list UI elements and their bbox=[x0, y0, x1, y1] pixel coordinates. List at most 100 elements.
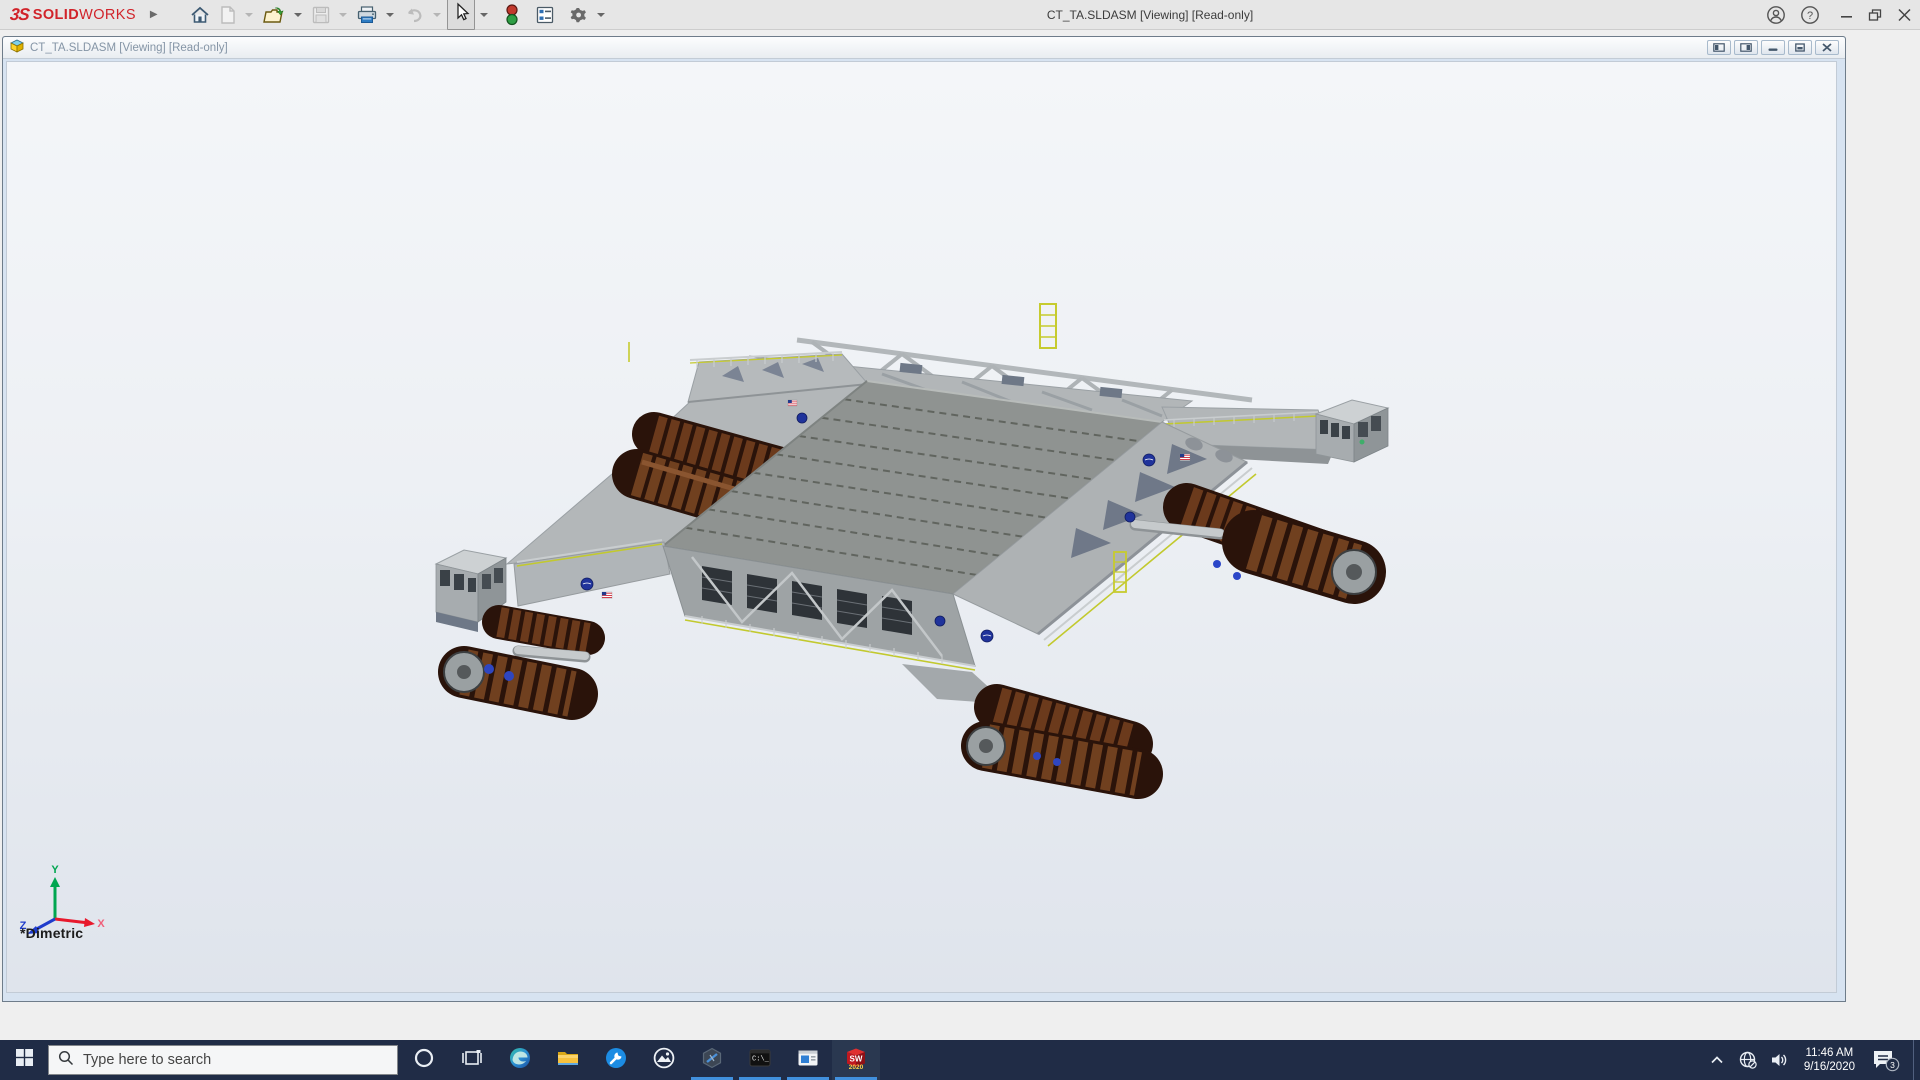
command-prompt-icon: C:\_ bbox=[748, 1046, 772, 1075]
select-dropdown[interactable] bbox=[479, 12, 488, 17]
graphics-viewport[interactable]: Y X Z *Dimetric bbox=[6, 61, 1837, 993]
print-button[interactable] bbox=[353, 3, 381, 27]
options-gear-icon bbox=[569, 5, 589, 25]
undo-button[interactable] bbox=[400, 3, 428, 27]
print-icon bbox=[356, 5, 378, 25]
account-icon[interactable] bbox=[1766, 5, 1786, 25]
svg-text:SW: SW bbox=[850, 1054, 863, 1063]
taskbar-app-task-view[interactable] bbox=[448, 1040, 496, 1080]
open-folder-icon bbox=[262, 5, 286, 25]
wrench-circle-icon bbox=[604, 1046, 628, 1075]
select-cursor-icon bbox=[452, 2, 470, 27]
right-track-unit bbox=[1129, 483, 1386, 604]
open-button[interactable] bbox=[259, 3, 289, 27]
taskbar-app-photos[interactable] bbox=[640, 1040, 688, 1080]
search-icon bbox=[58, 1050, 74, 1071]
new-document-dropdown[interactable] bbox=[244, 12, 253, 17]
document-titlebar[interactable]: CT_TA.SLDASM [Viewing] [Read-only] bbox=[3, 37, 1845, 59]
dassault-mark: 3S bbox=[9, 4, 30, 24]
edge-icon bbox=[508, 1046, 532, 1075]
brand-solid: SOLID bbox=[32, 6, 80, 23]
doc-pane-left-button[interactable] bbox=[1707, 40, 1731, 55]
doc-restore-button[interactable] bbox=[1788, 40, 1812, 55]
task-view-icon bbox=[461, 1047, 483, 1074]
svg-text:2020: 2020 bbox=[849, 1064, 864, 1071]
close-button[interactable] bbox=[1897, 8, 1912, 22]
show-desktop-button[interactable] bbox=[1913, 1040, 1918, 1080]
stoplight-button[interactable] bbox=[502, 2, 522, 28]
crawler-transporter-model bbox=[434, 303, 1390, 799]
help-icon[interactable]: ? bbox=[1800, 5, 1820, 25]
document-window-buttons bbox=[1707, 40, 1839, 55]
undo-dropdown[interactable] bbox=[432, 12, 441, 17]
taskbar-app-remote-window[interactable] bbox=[784, 1040, 832, 1080]
right-operator-cab bbox=[1314, 399, 1390, 463]
display-settings-button[interactable] bbox=[532, 3, 558, 27]
restore-button[interactable] bbox=[1868, 8, 1883, 22]
solidworks-logo: 3S SOLIDWORKS ▶ bbox=[9, 4, 158, 25]
document-frame: Y X Z *Dimetric bbox=[3, 59, 1845, 1001]
system-tray: 11:46 AM 9/16/2020 3 bbox=[1705, 1040, 1920, 1080]
print-dropdown[interactable] bbox=[385, 12, 394, 17]
volume-icon[interactable] bbox=[1767, 1050, 1791, 1070]
app-titlebar: 3S SOLIDWORKS ▶ CT_TA.SLDASM [Viewing] [… bbox=[0, 0, 1920, 30]
desktop: 3S SOLIDWORKS ▶ CT_TA.SLDASM [Viewing] [… bbox=[0, 0, 1920, 1080]
us-flag-decal-right bbox=[1179, 453, 1191, 461]
window-title: CT_TA.SLDASM [Viewing] [Read-only] bbox=[1046, 8, 1254, 22]
us-flag-decal bbox=[601, 591, 613, 599]
stoplight-icon bbox=[505, 3, 519, 26]
tray-chevron-up-icon[interactable] bbox=[1705, 1055, 1729, 1065]
titlebar-right-controls: ? bbox=[1766, 0, 1912, 30]
orientation-triad: Y X Z bbox=[20, 864, 105, 934]
clock-date: 9/16/2020 bbox=[1803, 1061, 1855, 1073]
taskbar-search-box[interactable] bbox=[48, 1045, 398, 1075]
taskbar-apps: C:\_ SW 2020 bbox=[400, 1040, 880, 1080]
triad-y-label: Y bbox=[51, 864, 59, 876]
new-document-button[interactable] bbox=[216, 3, 240, 27]
options-dropdown[interactable] bbox=[596, 12, 605, 17]
open-dropdown[interactable] bbox=[293, 12, 302, 17]
taskbar-app-file-explorer[interactable] bbox=[544, 1040, 592, 1080]
home-button[interactable] bbox=[186, 3, 214, 27]
home-icon bbox=[189, 5, 211, 25]
doc-pane-right-button[interactable] bbox=[1734, 40, 1758, 55]
brand-expand-arrow-icon[interactable]: ▶ bbox=[150, 9, 158, 20]
doc-minimize-button[interactable] bbox=[1761, 40, 1785, 55]
hexagon-app-icon bbox=[700, 1046, 724, 1075]
windows-taskbar: C:\_ SW2020 11:46 AM 9/16/2020 bbox=[0, 1040, 1920, 1080]
assembly-icon bbox=[9, 38, 25, 58]
taskbar-app-edge[interactable] bbox=[496, 1040, 544, 1080]
front-left-track-unit bbox=[438, 605, 605, 720]
save-dropdown[interactable] bbox=[338, 12, 347, 17]
notification-center-button[interactable]: 3 bbox=[1868, 1047, 1902, 1073]
triad-x-label: X bbox=[97, 918, 105, 930]
save-icon bbox=[311, 5, 331, 25]
start-button[interactable] bbox=[0, 1040, 48, 1080]
document-title: CT_TA.SLDASM [Viewing] [Read-only] bbox=[30, 41, 228, 54]
doc-close-button[interactable] bbox=[1815, 40, 1839, 55]
cortana-icon bbox=[413, 1047, 435, 1074]
view-orientation-label: *Dimetric bbox=[20, 925, 84, 941]
taskbar-app-settings-tool[interactable] bbox=[592, 1040, 640, 1080]
clock-time: 11:46 AM bbox=[1805, 1047, 1854, 1059]
taskbar-app-hexagon[interactable] bbox=[688, 1040, 736, 1080]
photos-icon bbox=[652, 1046, 676, 1075]
svg-text:C:\_: C:\_ bbox=[752, 1055, 770, 1063]
options-button[interactable] bbox=[566, 3, 592, 27]
bottom-track-unit bbox=[902, 664, 1163, 799]
new-document-icon bbox=[219, 5, 237, 25]
save-button[interactable] bbox=[308, 3, 334, 27]
notification-badge: 3 bbox=[1890, 1060, 1895, 1070]
minimize-button[interactable] bbox=[1840, 8, 1854, 22]
taskbar-app-command-prompt[interactable]: C:\_ bbox=[736, 1040, 784, 1080]
file-explorer-icon bbox=[556, 1046, 580, 1075]
display-pane-icon bbox=[535, 5, 555, 25]
taskbar-app-cortana[interactable] bbox=[400, 1040, 448, 1080]
document-window: CT_TA.SLDASM [Viewing] [Read-only] Y X Z… bbox=[2, 36, 1846, 1002]
network-globe-offline-icon[interactable] bbox=[1736, 1050, 1760, 1070]
search-input[interactable] bbox=[83, 1052, 353, 1068]
taskbar-app-solidworks[interactable]: SW 2020 bbox=[832, 1040, 880, 1080]
taskbar-clock[interactable]: 11:46 AM 9/16/2020 bbox=[1798, 1046, 1861, 1074]
select-tool-button[interactable] bbox=[446, 0, 475, 30]
svg-text:?: ? bbox=[1807, 10, 1813, 22]
